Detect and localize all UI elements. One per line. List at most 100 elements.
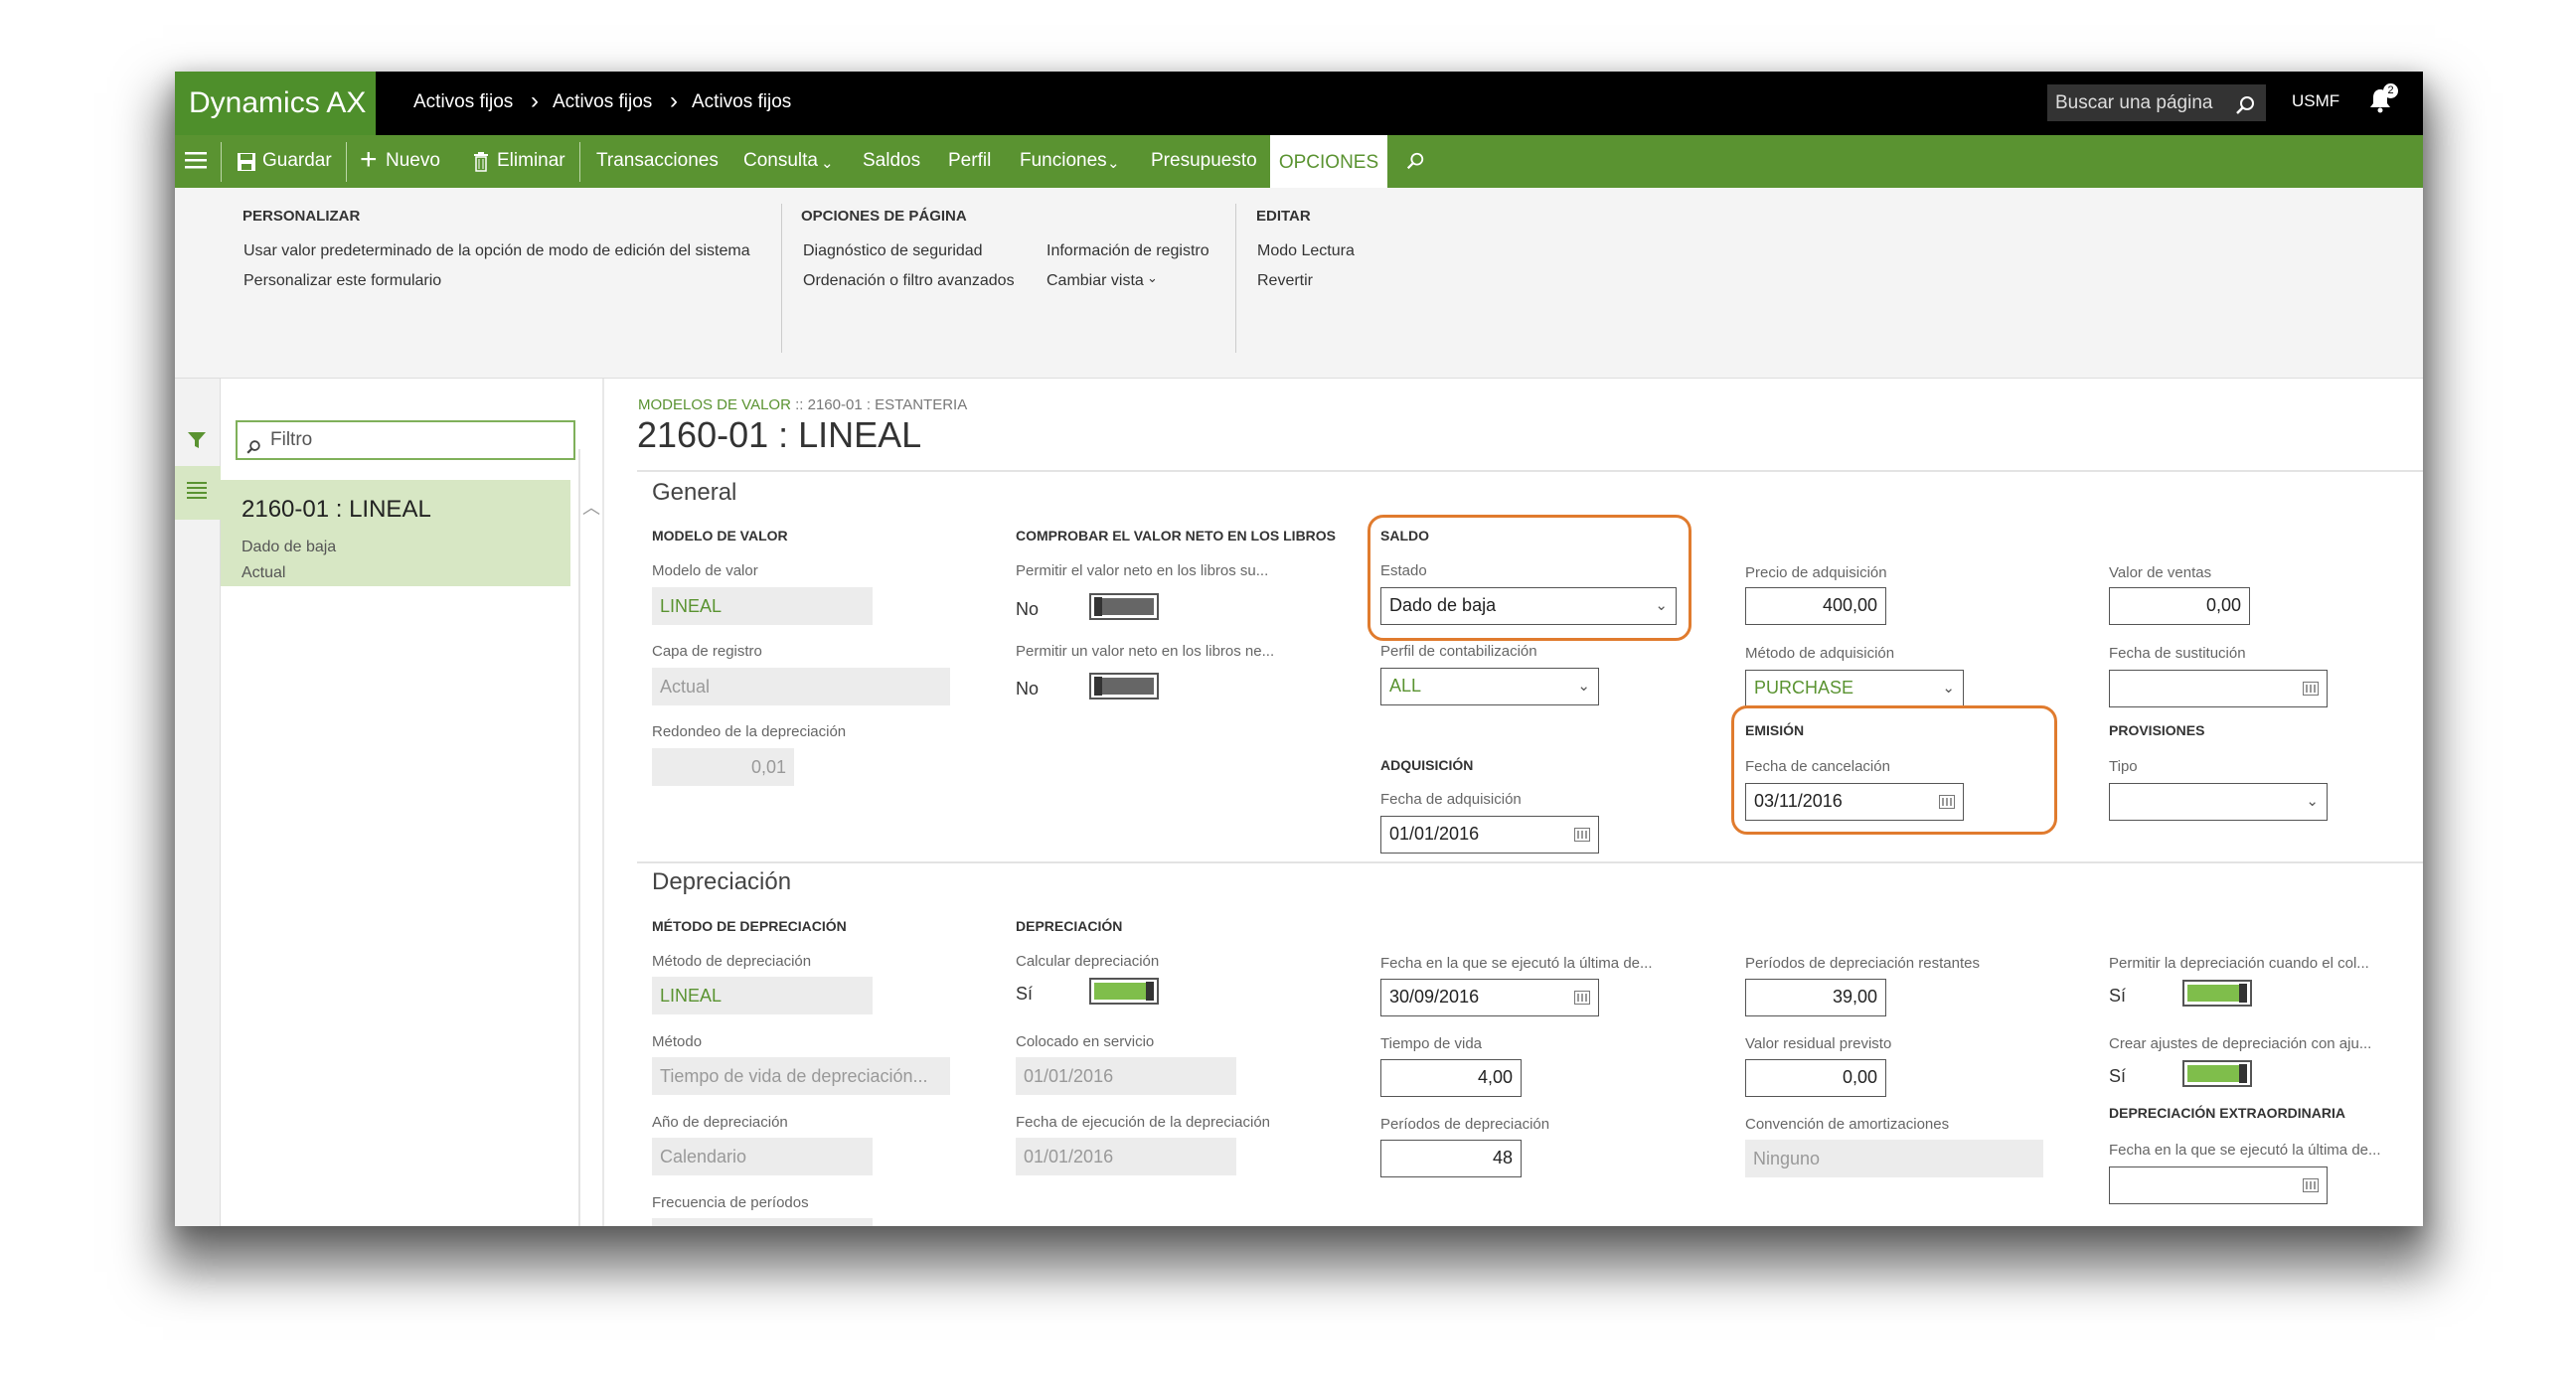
allow-negative-nbv-toggle[interactable] xyxy=(1089,673,1159,700)
search-icon[interactable] xyxy=(2234,92,2256,129)
chevron-down-icon: ⌄ xyxy=(1107,155,1120,172)
filter-input[interactable]: Filtro xyxy=(236,420,575,460)
placed-in-service-label: Colocado en servicio xyxy=(1016,1033,1155,1050)
acquisition-date-field[interactable]: 01/01/2016 xyxy=(1380,816,1599,854)
page-search-input[interactable]: Buscar una página xyxy=(2047,84,2266,121)
record-info-link[interactable]: Información de registro xyxy=(1046,242,1209,260)
allow-depreciation-toggle[interactable] xyxy=(2182,980,2252,1007)
breadcrumb-3[interactable]: Activos fijos xyxy=(692,91,791,113)
scroll-up-icon[interactable]: ︿ xyxy=(582,494,600,520)
app-title[interactable]: Dynamics AX xyxy=(175,72,376,135)
breadcrumb-link[interactable]: MODELOS DE VALOR xyxy=(638,396,791,413)
calculate-depreciation-toggle[interactable] xyxy=(1089,978,1159,1005)
trash-icon xyxy=(473,152,489,177)
group-value-model: MODELO DE VALOR xyxy=(652,528,788,544)
sales-value-field[interactable]: 0,00 xyxy=(2109,587,2250,625)
remaining-periods-label: Períodos de depreciación restantes xyxy=(1745,955,1980,972)
personalize-form-link[interactable]: Personalizar este formulario xyxy=(243,272,441,290)
budget-button[interactable]: Presupuesto xyxy=(1151,150,1257,172)
allow-negative-nbv-value: No xyxy=(1016,679,1040,699)
section-depreciation-title[interactable]: Depreciación xyxy=(652,868,791,896)
provision-type-select[interactable]: ⌄ xyxy=(2109,783,2328,821)
notification-badge: 2 xyxy=(2383,83,2398,98)
allow-nbv-above-label: Permitir el valor neto en los libros su.… xyxy=(1016,562,1269,579)
period-frequency-label: Frecuencia de períodos xyxy=(652,1194,809,1211)
functions-menu[interactable]: Funciones xyxy=(1020,150,1107,172)
replacement-date-label: Fecha de sustitución xyxy=(2109,645,2246,662)
disposal-date-value: 03/11/2016 xyxy=(1754,791,1843,811)
list-item-status: Dado de baja xyxy=(242,539,337,555)
transactions-button[interactable]: Transacciones xyxy=(596,150,719,172)
posting-layer-field[interactable]: Actual xyxy=(652,668,950,705)
allow-nbv-above-value: No xyxy=(1016,599,1040,619)
calendar-icon[interactable] xyxy=(1574,828,1590,842)
search-icon[interactable] xyxy=(1405,151,1425,176)
read-mode-link[interactable]: Modo Lectura xyxy=(1257,242,1355,260)
depreciation-method-field[interactable]: LINEAL xyxy=(652,977,873,1014)
extraordinary-last-date-field[interactable] xyxy=(2109,1166,2328,1204)
period-frequency-field[interactable] xyxy=(652,1218,873,1226)
use-default-edit-mode-link[interactable]: Usar valor predeterminado de la opción d… xyxy=(243,242,750,260)
placed-in-service-field[interactable]: 01/01/2016 xyxy=(1016,1057,1236,1095)
security-diagnostics-link[interactable]: Diagnóstico de seguridad xyxy=(803,242,983,260)
calendar-icon[interactable] xyxy=(2303,1178,2319,1192)
chevron-down-icon: ⌄ xyxy=(1147,270,1158,285)
posting-profile-select[interactable]: ALL ⌄ xyxy=(1380,668,1599,705)
hamburger-menu-icon[interactable] xyxy=(185,151,207,174)
tab-options[interactable]: OPCIONES xyxy=(1270,135,1387,190)
acquisition-method-label: Método de adquisición xyxy=(1745,645,1895,662)
status-select[interactable]: Dado de baja ⌄ xyxy=(1380,587,1677,625)
breadcrumb-1[interactable]: Activos fijos xyxy=(413,91,513,113)
depreciation-convention-field[interactable]: Ninguno xyxy=(1745,1140,2043,1177)
allow-nbv-above-toggle[interactable] xyxy=(1089,593,1159,620)
remaining-periods-field[interactable]: 39,00 xyxy=(1745,979,1886,1016)
acquisition-price-field[interactable]: 400,00 xyxy=(1745,587,1886,625)
value-model-field[interactable]: LINEAL xyxy=(652,587,873,625)
method-field[interactable]: Tiempo de vida de depreciación... xyxy=(652,1057,950,1095)
breadcrumb-2[interactable]: Activos fijos xyxy=(553,91,652,113)
company-selector[interactable]: USMF xyxy=(2292,91,2339,111)
notifications-icon[interactable]: 2 xyxy=(2369,83,2398,118)
status-label: Estado xyxy=(1380,562,1427,579)
calendar-icon[interactable] xyxy=(1939,795,1955,809)
calculate-depreciation-value: Sí xyxy=(1016,984,1034,1004)
divider xyxy=(637,861,2423,863)
divider xyxy=(1235,204,1236,353)
chevron-down-icon: ⌄ xyxy=(821,155,834,172)
top-bar: Dynamics AX Activos fijos › Activos fijo… xyxy=(175,72,2423,135)
filter-icon[interactable] xyxy=(187,430,207,455)
save-button[interactable]: Guardar xyxy=(262,150,332,172)
acquisition-method-select[interactable]: PURCHASE ⌄ xyxy=(1745,670,1964,707)
last-depreciation-date-value: 30/09/2016 xyxy=(1389,987,1480,1007)
replacement-date-field[interactable] xyxy=(2109,670,2328,707)
depreciation-convention-label: Convención de amortizaciones xyxy=(1745,1116,1950,1133)
balances-button[interactable]: Saldos xyxy=(863,150,920,172)
calendar-icon[interactable] xyxy=(1574,991,1590,1005)
chevron-down-icon: ⌄ xyxy=(1942,680,1955,697)
depreciation-method-label: Método de depreciación xyxy=(652,953,812,970)
depreciation-year-field[interactable]: Calendario xyxy=(652,1138,873,1175)
rounding-field[interactable]: 0,01 xyxy=(652,748,794,786)
delete-button[interactable]: Eliminar xyxy=(497,150,565,172)
calculate-depreciation-label: Calcular depreciación xyxy=(1016,953,1160,970)
disposal-date-field[interactable]: 03/11/2016 xyxy=(1745,783,1964,821)
depreciation-periods-field[interactable]: 48 xyxy=(1380,1140,1522,1177)
change-view-menu[interactable]: Cambiar vista xyxy=(1046,272,1144,290)
revert-link[interactable]: Revertir xyxy=(1257,272,1313,290)
service-life-field[interactable]: 4,00 xyxy=(1380,1059,1522,1097)
create-adjustments-toggle[interactable] xyxy=(2182,1060,2252,1087)
last-depreciation-date-field[interactable]: 30/09/2016 xyxy=(1380,979,1599,1016)
advanced-filter-link[interactable]: Ordenación o filtro avanzados xyxy=(803,272,1015,290)
section-general-title[interactable]: General xyxy=(652,479,736,507)
depreciation-run-date-field[interactable]: 01/01/2016 xyxy=(1016,1138,1236,1175)
profile-button[interactable]: Perfil xyxy=(948,150,991,172)
new-button[interactable]: Nuevo xyxy=(386,150,440,172)
list-item[interactable]: 2160-01 : LINEAL Dado de baja Actual xyxy=(221,480,570,586)
salvage-value-field[interactable]: 0,00 xyxy=(1745,1059,1886,1097)
inquiry-menu[interactable]: Consulta xyxy=(743,150,818,172)
chevron-down-icon: ⌄ xyxy=(1655,597,1668,614)
list-icon[interactable] xyxy=(187,481,207,504)
calendar-icon[interactable] xyxy=(2303,682,2319,696)
list-scrollbar[interactable] xyxy=(578,449,580,1226)
allow-negative-nbv-label: Permitir un valor neto en los libros ne.… xyxy=(1016,643,1275,660)
